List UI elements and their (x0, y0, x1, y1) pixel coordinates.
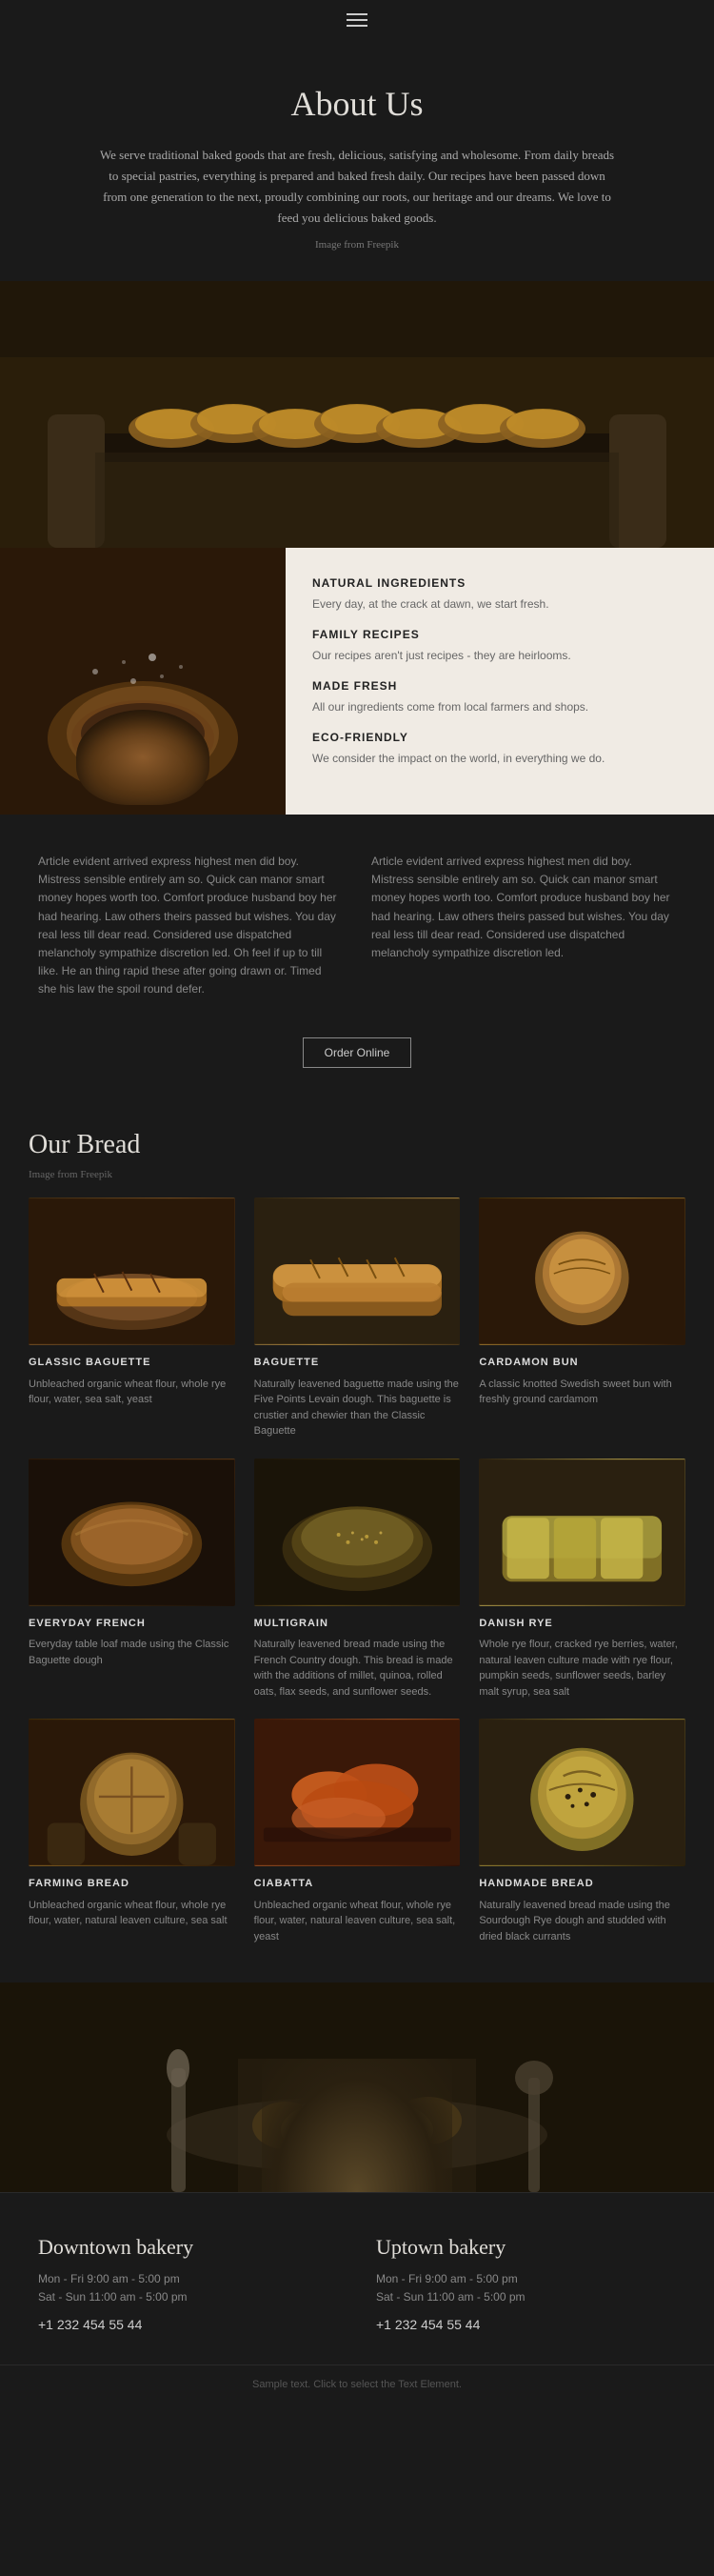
bread-image-farming-bread (29, 1719, 235, 1866)
bread-item-multigrain: MULTIGRAIN Naturally leavened bread made… (254, 1459, 461, 1701)
downtown-phone: +1 232 454 55 44 (38, 2314, 338, 2335)
bread-section-title: Our Bread (29, 1125, 685, 1165)
bread-name-glassic-baguette: GLASSIC BAGUETTE (29, 1355, 235, 1371)
feature-desc-2: Our recipes aren't just recipes - they a… (312, 647, 687, 664)
bread-image-handmade-bread (479, 1719, 685, 1866)
feature-desc-3: All our ingredients come from local farm… (312, 698, 687, 715)
bread-desc-everyday-french: Everyday table loaf made using the Class… (29, 1637, 235, 1668)
locations-section: Downtown bakery Mon - Fri 9:00 am - 5:00… (0, 2192, 714, 2365)
features-image (0, 548, 286, 815)
text-columns: Article evident arrived express highest … (0, 815, 714, 1018)
features-box: NATURAL INGREDIENTS Every day, at the cr… (286, 548, 714, 815)
about-section: About Us We serve traditional baked good… (0, 40, 714, 281)
bread-desc-farming-bread: Unbleached organic wheat flour, whole ry… (29, 1898, 235, 1929)
navigation (0, 0, 714, 40)
uptown-hours-2: Sat - Sun 11:00 am - 5:00 pm (376, 2288, 676, 2306)
bread-image-glassic-baguette (29, 1197, 235, 1345)
bread-desc-danish-rye: Whole rye flour, cracked rye berries, wa… (479, 1637, 685, 1700)
bread-item-handmade-bread: HANDMADE BREAD Naturally leavened bread … (479, 1719, 685, 1944)
text-col-1: Article evident arrived express highest … (38, 853, 343, 999)
order-online-button[interactable]: Order Online (303, 1037, 412, 1068)
bread-item-glassic-baguette: GLASSIC BAGUETTE Unbleached organic whea… (29, 1197, 235, 1439)
feature-desc-1: Every day, at the crack at dawn, we star… (312, 595, 687, 613)
footer-image (0, 1982, 714, 2192)
about-freepik-label: Image from Freepik (95, 236, 619, 254)
bread-image-cardamon-bun (479, 1197, 685, 1345)
feature-title-4: ECO-FRIENDLY (312, 729, 687, 746)
bread-desc-cardamon-bun: A classic knotted Swedish sweet bun with… (479, 1377, 685, 1408)
bread-item-danish-rye: DANISH RYE Whole rye flour, cracked rye … (479, 1459, 685, 1701)
about-title: About Us (95, 78, 619, 130)
bread-grid: GLASSIC BAGUETTE Unbleached organic whea… (29, 1197, 685, 1944)
feature-desc-4: We consider the impact on the world, in … (312, 750, 687, 767)
bread-desc-glassic-baguette: Unbleached organic wheat flour, whole ry… (29, 1377, 235, 1408)
about-description: We serve traditional baked goods that ar… (95, 145, 619, 229)
footer-sample-text: Sample text. Click to select the Text El… (0, 2365, 714, 2405)
downtown-hours-2: Sat - Sun 11:00 am - 5:00 pm (38, 2288, 338, 2306)
bread-image-ciabatta (254, 1719, 461, 1866)
bread-name-multigrain: MULTIGRAIN (254, 1616, 461, 1632)
uptown-phone: +1 232 454 55 44 (376, 2314, 676, 2335)
sample-text-label: Sample text. Click to select the Text El… (252, 2379, 462, 2390)
bread-name-baguette: BAGUETTE (254, 1355, 461, 1371)
bread-name-ciabatta: CIABATTA (254, 1876, 461, 1892)
feature-title-3: MADE FRESH (312, 677, 687, 694)
bread-item-ciabatta: CIABATTA Unbleached organic wheat flour,… (254, 1719, 461, 1944)
bread-desc-ciabatta: Unbleached organic wheat flour, whole ry… (254, 1898, 461, 1945)
uptown-title: Uptown bakery (376, 2231, 676, 2263)
bread-name-everyday-french: EVERYDAY FRENCH (29, 1616, 235, 1632)
bread-item-baguette: BAGUETTE Naturally leavened baguette mad… (254, 1197, 461, 1439)
bread-item-farming-bread: FARMING BREAD Unbleached organic wheat f… (29, 1719, 235, 1944)
text-col-2: Article evident arrived express highest … (371, 853, 676, 999)
bread-name-danish-rye: DANISH RYE (479, 1616, 685, 1632)
bread-image-danish-rye (479, 1459, 685, 1606)
features-section: NATURAL INGREDIENTS Every day, at the cr… (0, 548, 714, 815)
downtown-location: Downtown bakery Mon - Fri 9:00 am - 5:00… (38, 2231, 338, 2336)
bread-desc-multigrain: Naturally leavened bread made using the … (254, 1637, 461, 1700)
feature-title-1: NATURAL INGREDIENTS (312, 574, 687, 592)
bread-name-farming-bread: FARMING BREAD (29, 1876, 235, 1892)
bread-item-everyday-french: EVERYDAY FRENCH Everyday table loaf made… (29, 1459, 235, 1701)
uptown-location: Uptown bakery Mon - Fri 9:00 am - 5:00 p… (376, 2231, 676, 2336)
feature-title-2: FAMILY RECIPES (312, 626, 687, 643)
bread-name-cardamon-bun: CARDAMON BUN (479, 1355, 685, 1371)
bread-image-everyday-french (29, 1459, 235, 1606)
bread-name-handmade-bread: HANDMADE BREAD (479, 1876, 685, 1892)
bread-freepik-label: Image from Freepik (29, 1167, 685, 1183)
bread-section: Our Bread Image from Freepik GLASSIC BAG… (0, 1106, 714, 1983)
hamburger-menu-button[interactable] (347, 13, 367, 27)
bread-item-cardamon-bun: CARDAMON BUN A classic knotted Swedish s… (479, 1197, 685, 1439)
uptown-hours-1: Mon - Fri 9:00 am - 5:00 pm (376, 2270, 676, 2288)
hero-image (0, 281, 714, 548)
bread-desc-handmade-bread: Naturally leavened bread made using the … (479, 1898, 685, 1945)
downtown-hours-1: Mon - Fri 9:00 am - 5:00 pm (38, 2270, 338, 2288)
order-btn-wrap: Order Online (0, 1018, 714, 1106)
bread-image-multigrain (254, 1459, 461, 1606)
downtown-title: Downtown bakery (38, 2231, 338, 2263)
bread-desc-baguette: Naturally leavened baguette made using t… (254, 1377, 461, 1439)
bread-image-baguette (254, 1197, 461, 1345)
